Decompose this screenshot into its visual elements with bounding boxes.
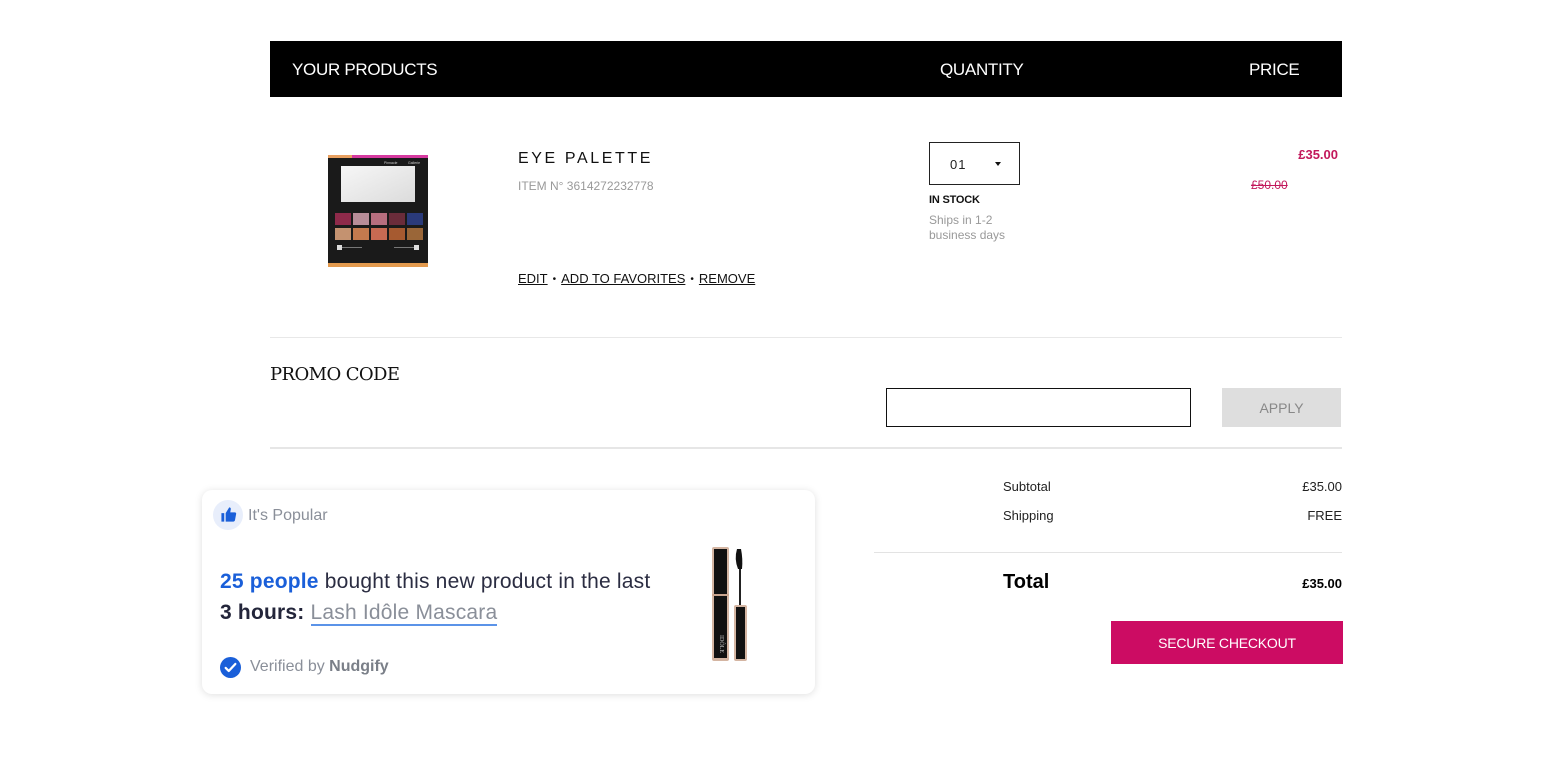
verified-brand: Nudgify xyxy=(329,658,389,675)
product-link[interactable]: Lash Idôle Mascara xyxy=(310,601,498,626)
cart-table-header: YOUR PRODUCTS QUANTITY PRICE xyxy=(270,41,1342,97)
product-original-price: £50.00 xyxy=(1251,178,1288,192)
product-actions: EDIT • ADD TO FAVORITES • REMOVE xyxy=(518,271,755,286)
quantity-value: 01 xyxy=(950,157,967,172)
divider xyxy=(270,447,1342,449)
verified-by: Verified by Nudgify xyxy=(250,658,389,676)
promo-code-input[interactable] xyxy=(886,388,1191,427)
separator-dot: • xyxy=(690,274,694,285)
verified-prefix: Verified by xyxy=(250,658,330,675)
total-label: Total xyxy=(1003,571,1050,593)
chevron-down-icon xyxy=(995,162,1001,166)
shipping-value: FREE xyxy=(1307,508,1342,523)
purchase-count: 25 people xyxy=(220,570,319,593)
svg-text:IDÔLE: IDÔLE xyxy=(718,635,726,653)
check-circle-icon xyxy=(220,657,241,683)
svg-text:Gallerie: Gallerie xyxy=(408,161,420,165)
popup-message: 25 people bought this new product in the… xyxy=(220,566,660,628)
mascara-image[interactable]: IDÔLE xyxy=(710,545,750,663)
header-your-products: YOUR PRODUCTS xyxy=(292,60,438,79)
divider xyxy=(874,552,1342,553)
subtotal-value: £35.00 xyxy=(1302,479,1342,494)
secure-checkout-button[interactable]: SECURE CHECKOUT xyxy=(1111,621,1343,664)
promo-code-title: PROMO CODE xyxy=(270,364,400,385)
social-proof-popup[interactable]: It's Popular 25 people bought this new p… xyxy=(202,490,815,694)
product-item-number: ITEM N° 3614272232778 xyxy=(518,179,654,193)
edit-link[interactable]: EDIT xyxy=(518,271,548,286)
product-price: £35.00 xyxy=(1298,147,1338,162)
popup-tag: It's Popular xyxy=(248,507,328,524)
divider xyxy=(270,337,1342,338)
apply-button[interactable]: APPLY xyxy=(1222,388,1341,427)
subtotal-label: Subtotal xyxy=(1003,479,1051,494)
header-price: PRICE xyxy=(1249,60,1300,79)
stock-status: IN STOCK xyxy=(929,194,980,206)
add-to-favorites-link[interactable]: ADD TO FAVORITES xyxy=(561,271,685,286)
total-value: £35.00 xyxy=(1302,576,1342,591)
eyeshadow-palette-image[interactable]: Pinnacle Gallerie xyxy=(328,155,428,267)
svg-text:Pinnacle: Pinnacle xyxy=(384,161,397,165)
thumbs-up-icon xyxy=(213,500,243,530)
popup-message-text: bought this new product in the last xyxy=(318,570,651,593)
time-window: 3 hours: xyxy=(220,601,305,624)
separator-dot: • xyxy=(552,274,557,285)
header-quantity: QUANTITY xyxy=(940,60,1024,79)
quantity-select[interactable]: 01 xyxy=(929,142,1020,185)
shipping-note: Ships in 1-2 business days xyxy=(929,213,1006,242)
product-name[interactable]: EYE PALETTE xyxy=(518,150,653,168)
shipping-label: Shipping xyxy=(1003,508,1054,523)
remove-link[interactable]: REMOVE xyxy=(699,271,755,286)
